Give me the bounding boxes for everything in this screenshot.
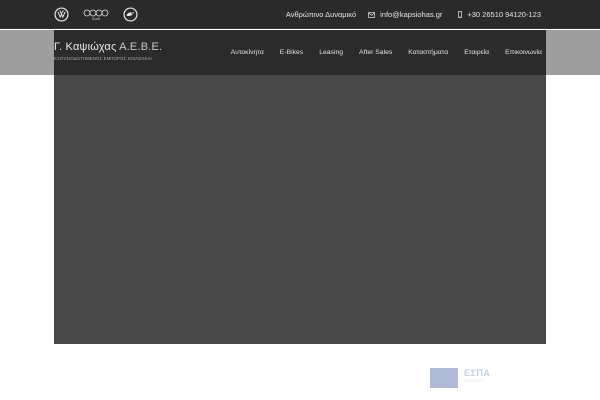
navbar-inner: Γ. Καψιώχας Α.Ε.Β.Ε. ΕΞΟΥΣΙΟΔΟΤΗΜΕΝΟΣ ΕΜ…: [54, 30, 546, 75]
espa-label: ΕΣΠΑ: [464, 368, 491, 378]
menu-item-ebikes[interactable]: E-Bikes: [280, 49, 303, 56]
menu-item-company[interactable]: Εταιρεία: [464, 49, 489, 56]
eu-flag-icon: [430, 368, 458, 388]
menu-item-stores[interactable]: Καταστήματα: [408, 49, 448, 56]
phone-link-label: +30 26510 94120-123: [467, 10, 541, 19]
company-logo[interactable]: Γ. Καψιώχας Α.Ε.Β.Ε. ΕΞΟΥΣΙΟΔΟΤΗΜΕΝΟΣ ΕΜ…: [54, 41, 162, 61]
funding-logos: ΕΣΠΑ 2014-2020: [430, 368, 500, 390]
skoda-logo-icon: [123, 7, 138, 22]
brand-skoda[interactable]: [123, 6, 138, 23]
mobile-phone-icon: [458, 11, 463, 18]
logo-title-suffix: Α.Ε.Β.Ε.: [119, 41, 163, 53]
top-bar: Audi Ανθρώπινο Δυναμικό info@kapsiohas.g…: [0, 0, 600, 29]
brand-logos: Audi: [54, 6, 138, 23]
email-link-label: info@kapsiohas.gr: [380, 10, 443, 19]
menu-item-after-sales[interactable]: After Sales: [359, 49, 392, 56]
vw-logo-icon: [54, 7, 69, 22]
logo-title-name: Γ. Καψιώχας: [54, 41, 117, 53]
careers-link[interactable]: Ανθρώπινο Δυναμικό: [286, 10, 356, 19]
envelope-icon: [368, 11, 376, 18]
phone-link[interactable]: +30 26510 94120-123: [458, 10, 541, 19]
menu-item-contact[interactable]: Επικοινωνία: [505, 49, 542, 56]
careers-link-label: Ανθρώπινο Δυναμικό: [285, 10, 357, 19]
top-links: Ανθρώπινο Δυναμικό info@kapsiohas.gr +30…: [286, 0, 541, 29]
main-navbar: Γ. Καψιώχας Α.Ε.Β.Ε. ΕΞΟΥΣΙΟΔΟΤΗΜΕΝΟΣ ΕΜ…: [0, 30, 600, 75]
logo-title: Γ. Καψιώχας Α.Ε.Β.Ε.: [54, 41, 162, 53]
menu-item-leasing[interactable]: Leasing: [319, 49, 343, 56]
espa-sub-label: 2014-2020: [464, 378, 484, 383]
hero-slider[interactable]: [54, 75, 546, 344]
logo-subtitle: ΕΞΟΥΣΙΟΔΟΤΗΜΕΝΟΣ ΕΜΠΟΡΟΣ ΚΟΙΛΟΛΚΑΙ: [54, 56, 152, 61]
audi-label: Audi: [91, 16, 100, 21]
espa-logo: ΕΣΠΑ 2014-2020: [464, 368, 500, 390]
brand-audi[interactable]: Audi: [83, 6, 109, 23]
menu-item-cars[interactable]: Αυτοκίνητα: [231, 49, 264, 56]
brand-volkswagen[interactable]: [54, 6, 69, 23]
main-menu: Αυτοκίνητα E-Bikes Leasing After Sales Κ…: [231, 30, 542, 75]
email-link[interactable]: info@kapsiohas.gr: [368, 10, 442, 19]
